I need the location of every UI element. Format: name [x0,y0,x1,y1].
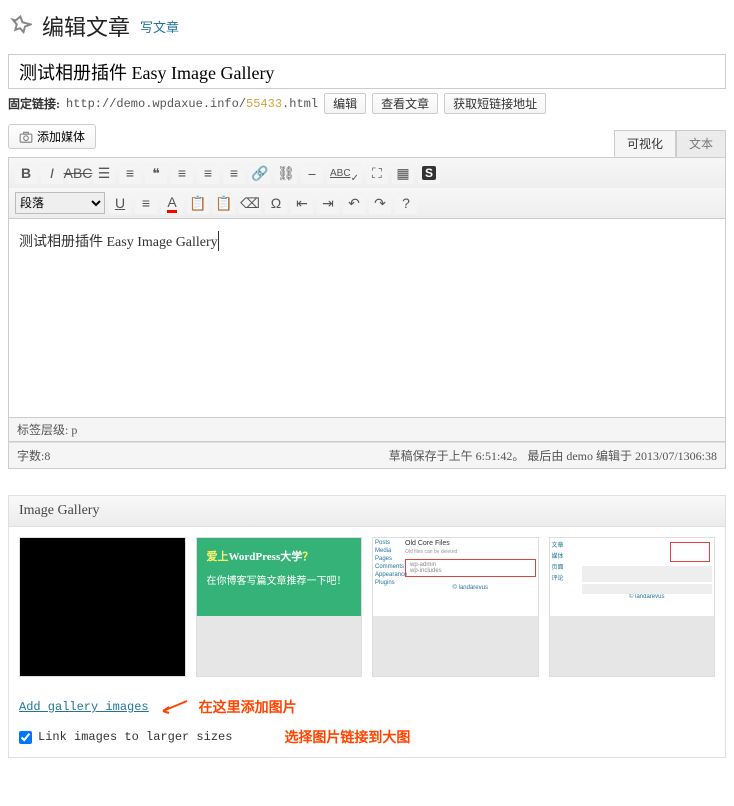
tab-text[interactable]: 文本 [676,130,726,157]
more-button[interactable]: ⎯ [301,162,323,184]
gallery-thumb-black [20,538,185,676]
gallery-item[interactable] [19,537,186,677]
permalink-url: http://demo.wpdaxue.info/55433.html [66,97,318,111]
undo-button[interactable]: ↶ [343,192,365,214]
add-gallery-row: Add gallery images 在这里添加图片 [19,697,715,717]
justify-button[interactable]: ≡ [135,192,157,214]
kitchen-sink-button[interactable]: ▦ [392,162,414,184]
get-shortlink-button[interactable]: 获取短链接地址 [444,93,546,114]
special-char-button[interactable]: Ω [265,192,287,214]
checkbox-row: Link images to larger sizes 选择图片链接到大图 [19,727,715,747]
gallery-thumb-screenshot: PostsMediaPagesCommentsAppearancePlugins… [373,538,538,616]
editor-statusbar: 标签层级: p [8,418,726,442]
gallery-item[interactable]: PostsMediaPagesCommentsAppearancePlugins… [372,537,539,677]
align-center-button[interactable]: ≡ [197,162,219,184]
add-new-link[interactable]: 写文章 [140,17,179,36]
fullscreen-button[interactable]: ⛶ [366,162,388,184]
number-list-button[interactable]: ≡ [119,162,141,184]
annotation-link: 选择图片链接到大图 [284,727,410,747]
outdent-button[interactable]: ⇤ [291,192,313,214]
help-button[interactable]: ? [395,192,417,214]
view-post-button[interactable]: 查看文章 [372,93,438,114]
annotation-add: 在这里添加图片 [199,697,297,717]
tab-visual[interactable]: 可视化 [614,130,676,157]
toolbar-row-2: 段落 U ≡ A 📋 📋 ⌫ Ω ⇤ ⇥ ↶ ↷ ? [8,188,726,218]
link-button[interactable]: 🔗 [249,162,271,184]
link-images-checkbox[interactable] [19,731,32,744]
link-images-label: Link images to larger sizes [38,730,232,744]
add-gallery-images-link[interactable]: Add gallery images [19,700,149,714]
gallery-metabox-body: 爱上WordPress大学？ 在你博客写篇文章推荐一下吧！ PostsMedia… [9,527,725,757]
camera-icon [19,130,33,144]
editor-wrap: 可视化 文本 B I ABC ☰ ≡ ❝ ≡ ≡ ≡ 🔗 ⛓ ⎯ ABC✓ ⛶ … [8,157,726,469]
gallery-item[interactable]: 文章媒体页面评论 © landarevus [549,537,716,677]
paste-text-button[interactable]: 📋 [187,192,209,214]
strike-button[interactable]: ABC [67,162,89,184]
editor-content-area[interactable]: 测试相册插件 Easy Image Gallery [8,218,726,418]
blockquote-button[interactable]: ❝ [145,162,167,184]
redo-button[interactable]: ↷ [369,192,391,214]
add-media-button[interactable]: 添加媒体 [8,124,96,149]
editor-tabs: 可视化 文本 [614,130,726,157]
edit-permalink-button[interactable]: 编辑 [324,93,366,114]
gallery-grid: 爱上WordPress大学？ 在你博客写篇文章推荐一下吧！ PostsMedia… [19,537,715,677]
arrow-icon [159,699,189,715]
gallery-metabox-title: Image Gallery [9,496,725,527]
toolbar-row-1: B I ABC ☰ ≡ ❝ ≡ ≡ ≡ 🔗 ⛓ ⎯ ABC✓ ⛶ ▦ S [8,157,726,188]
pin-icon [8,14,32,38]
post-title-input[interactable] [8,54,726,89]
permalink-row: 固定链接: http://demo.wpdaxue.info/55433.htm… [8,93,726,114]
editor-footer: 字数:8 草稿保存于上午 6:51:42。 最后由 demo 编辑于 2013/… [8,442,726,469]
gallery-metabox: Image Gallery 爱上WordPress大学？ 在你博客写篇文章推荐一… [8,495,726,758]
gallery-thumb-screenshot: 文章媒体页面评论 © landarevus [550,538,715,616]
bullet-list-button[interactable]: ☰ [93,162,115,184]
spellcheck-button[interactable]: ABC✓ [327,162,362,184]
italic-button[interactable]: I [41,162,63,184]
underline-button[interactable]: U [109,192,131,214]
align-right-button[interactable]: ≡ [223,162,245,184]
gallery-item[interactable]: 爱上WordPress大学？ 在你博客写篇文章推荐一下吧！ [196,537,363,677]
gallery-thumb-green: 爱上WordPress大学？ 在你博客写篇文章推荐一下吧！ [197,538,362,616]
indent-button[interactable]: ⇥ [317,192,339,214]
autosave-status: 草稿保存于上午 6:51:42。 最后由 demo 编辑于 2013/07/13… [389,447,717,464]
permalink-label: 固定链接: [8,95,60,112]
page-header: 编辑文章 写文章 [8,10,726,42]
unlink-button[interactable]: ⛓ [275,162,297,184]
page-title: 编辑文章 [42,10,130,42]
text-color-button[interactable]: A [161,192,183,214]
remove-format-button[interactable]: ⌫ [239,192,261,214]
align-left-button[interactable]: ≡ [171,162,193,184]
format-select[interactable]: 段落 [15,192,105,214]
bold-button[interactable]: B [15,162,37,184]
syntax-highlight-button[interactable]: S [418,162,440,184]
word-count: 字数:8 [17,447,50,464]
paste-word-button[interactable]: 📋 [213,192,235,214]
